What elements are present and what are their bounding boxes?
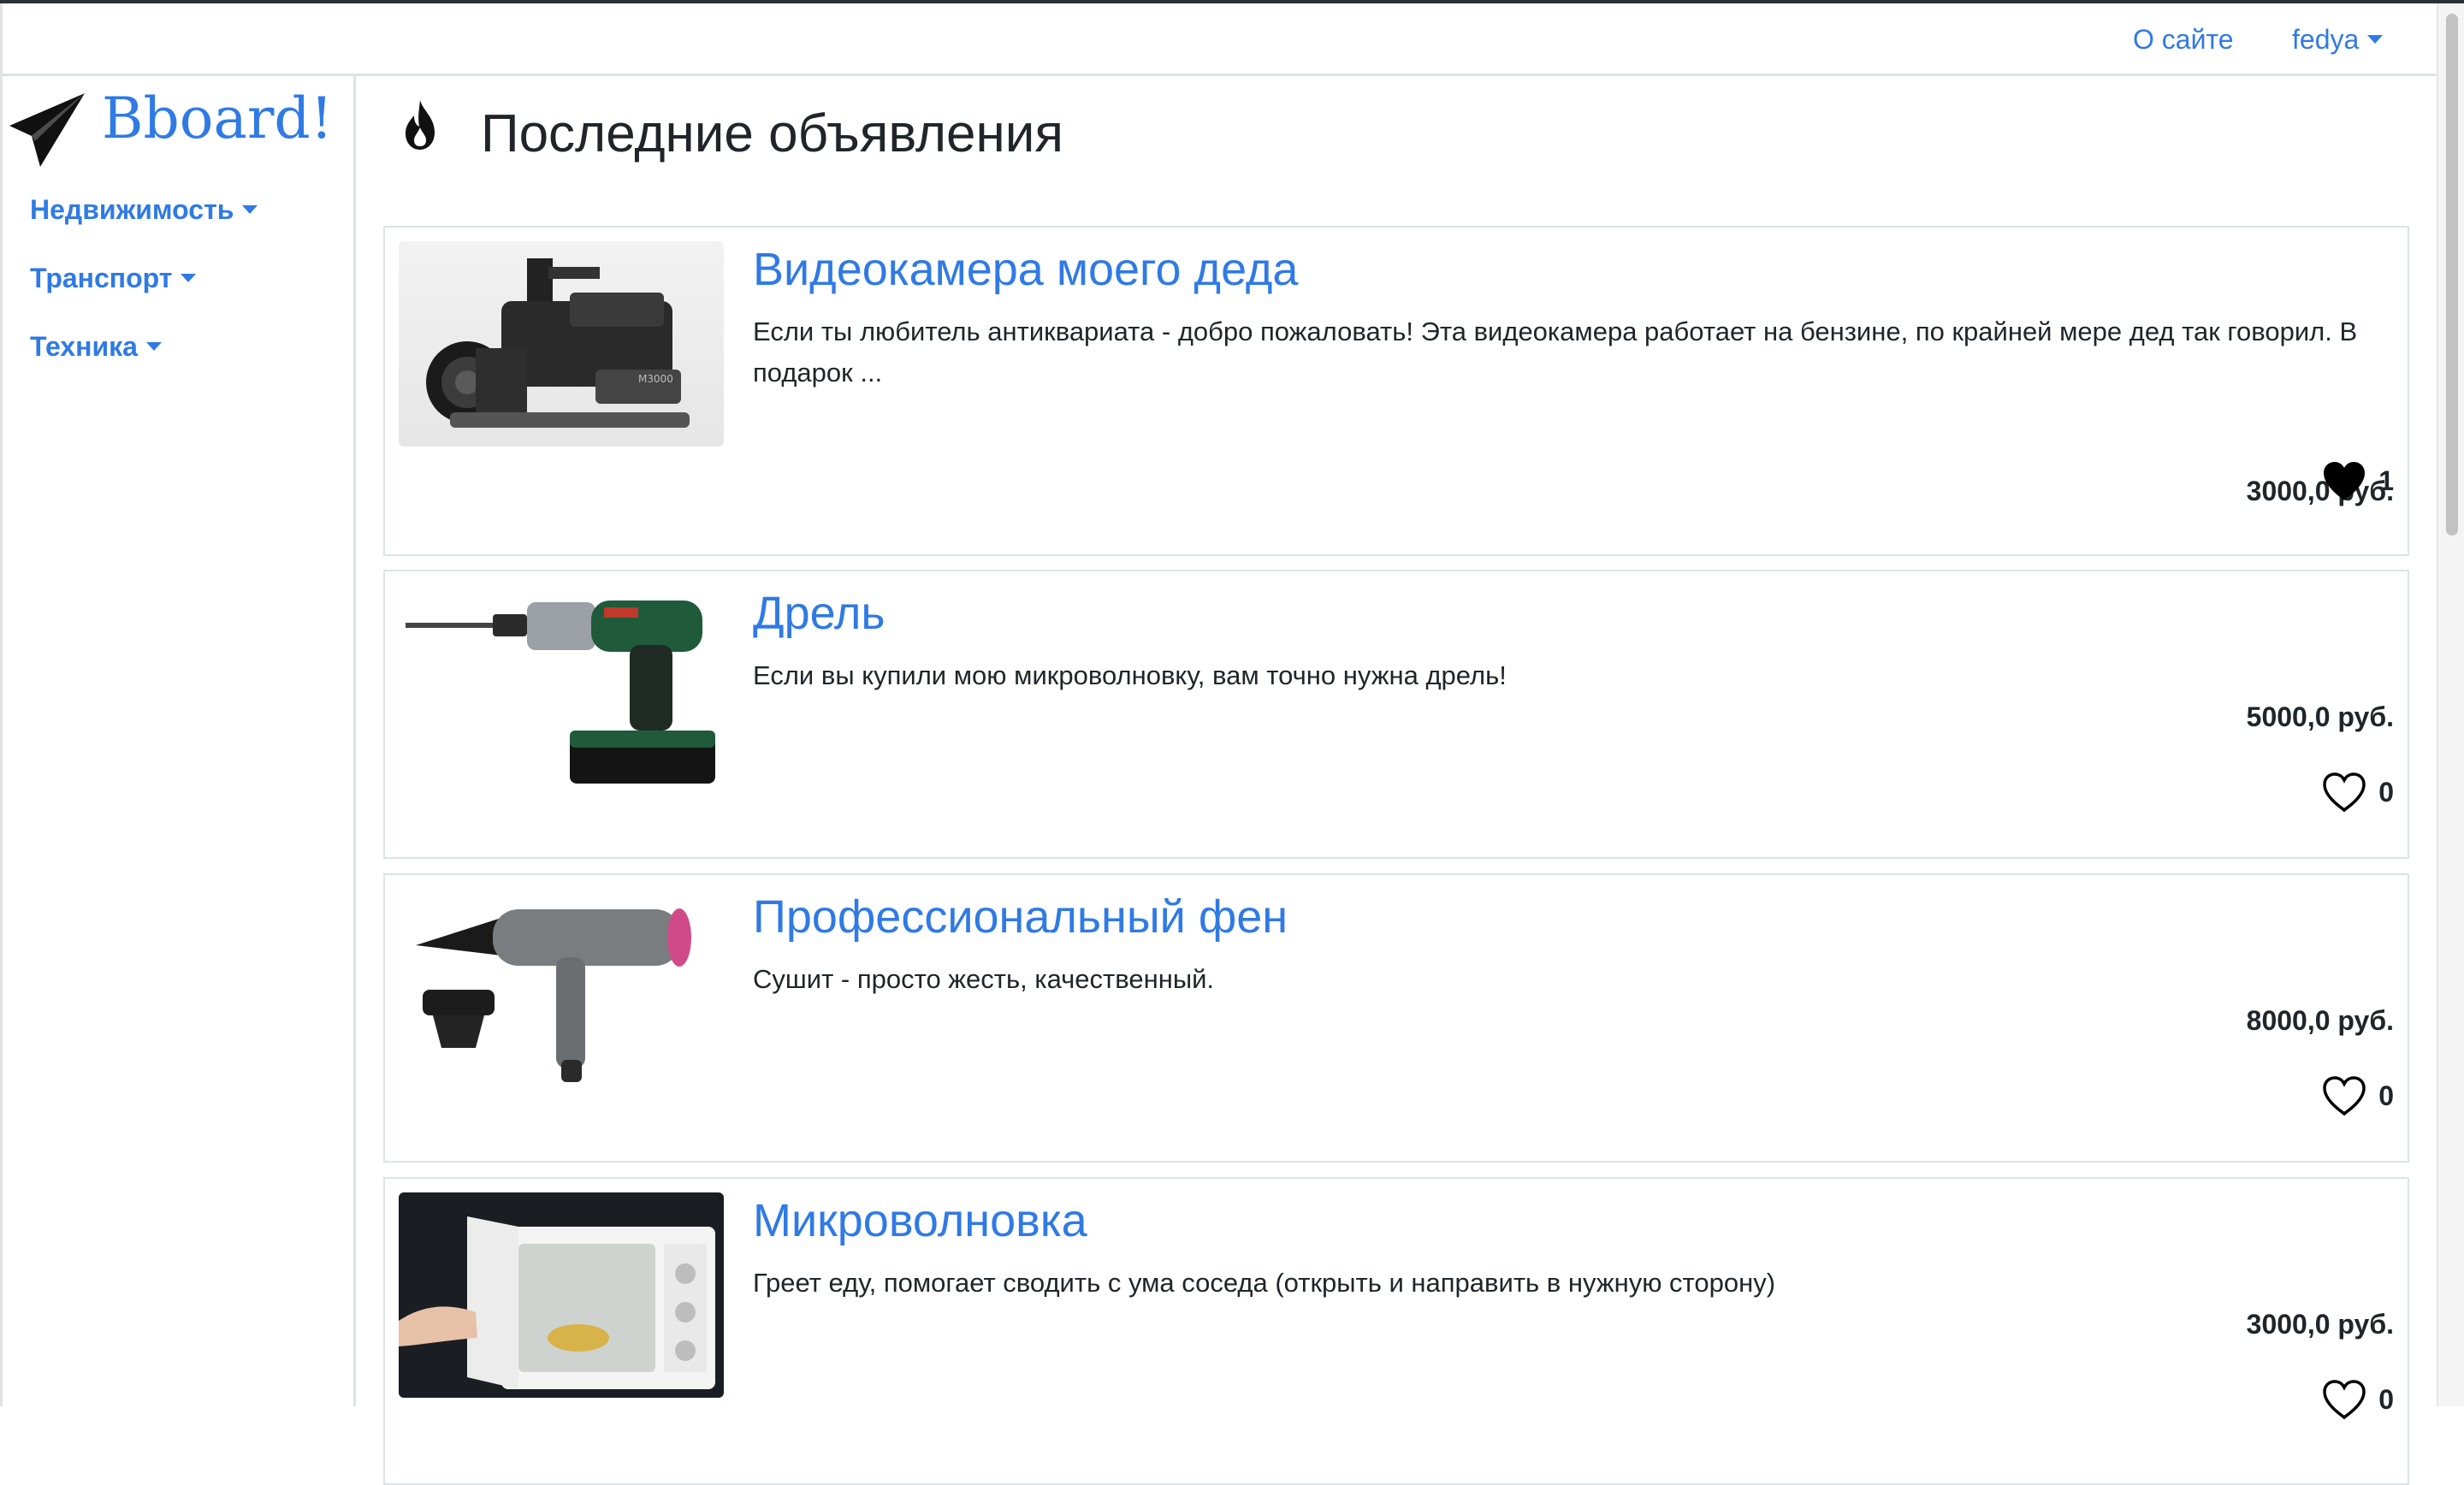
ad-image-hair-dryer[interactable] xyxy=(399,889,724,1094)
about-link[interactable]: О сайте xyxy=(2133,22,2234,56)
chevron-down-icon xyxy=(242,204,258,214)
like-button[interactable]: 0 xyxy=(2320,1072,2394,1120)
fire-icon xyxy=(406,100,435,150)
ad-price: 3000,0 руб. xyxy=(2246,1309,2394,1340)
logo-text: Bboard! xyxy=(102,86,334,151)
like-button[interactable]: 0 xyxy=(2320,1376,2394,1423)
page-title: Последние объявления xyxy=(481,104,1063,163)
category-label: Недвижимость xyxy=(30,194,234,225)
paper-plane-icon xyxy=(9,93,85,167)
sidebar: Bboard! Недвижимость Транспорт Техника xyxy=(3,76,356,1406)
like-count: 0 xyxy=(2378,1080,2394,1111)
ad-card: M3000 Видеокамера моего деда Если ты люб… xyxy=(383,226,2409,556)
like-count: 0 xyxy=(2378,777,2394,808)
like-button[interactable]: 0 xyxy=(2320,768,2394,816)
category-label: Транспорт xyxy=(30,263,173,293)
heart-outline-icon xyxy=(2323,772,2366,813)
vertical-scrollbar[interactable] xyxy=(2437,3,2464,1406)
ad-price: 8000,0 руб. xyxy=(2246,1005,2394,1036)
like-count: 0 xyxy=(2378,1384,2394,1415)
chevron-down-icon xyxy=(145,341,162,351)
ad-description: Греет еду, помогает сводить с ума соседа… xyxy=(753,1268,1776,1298)
user-menu-dropdown[interactable]: fedya xyxy=(2292,22,2384,56)
ad-description: Если вы купили мою микроволновку, вам то… xyxy=(753,660,1507,690)
heart-outline-icon xyxy=(2323,1076,2366,1116)
main-content: Последние объявления M3000 Видеокамера м… xyxy=(356,76,2437,1485)
chevron-down-icon xyxy=(2367,34,2384,44)
category-label: Техника xyxy=(30,331,138,362)
top-navbar: О сайте fedya xyxy=(3,3,2437,76)
heart-filled-icon xyxy=(2324,462,2366,500)
ad-image-camcorder[interactable]: M3000 xyxy=(399,241,724,447)
chevron-down-icon xyxy=(181,273,197,282)
ad-title-link[interactable]: Микроволновка xyxy=(753,1192,1087,1249)
ad-title-link[interactable]: Дрель xyxy=(753,585,886,642)
category-dropdown-electronics[interactable]: Техника xyxy=(30,329,162,364)
ad-card: Микроволновка Греет еду, помогает сводит… xyxy=(383,1177,2409,1485)
ad-image-drill[interactable] xyxy=(399,585,724,790)
ad-price: 5000,0 руб. xyxy=(2246,701,2394,732)
site-logo[interactable]: Bboard! xyxy=(4,81,346,167)
ad-description: Если ты любитель антиквариата - добро по… xyxy=(753,317,2358,388)
ad-title-link[interactable]: Профессиональный фен xyxy=(753,889,1288,945)
heart-outline-icon xyxy=(2323,1380,2366,1420)
ad-card: Профессиональный фен Сушит - просто жест… xyxy=(383,873,2409,1163)
ad-description: Сушит - просто жесть, качественный. xyxy=(753,964,1215,994)
like-button[interactable]: 1 xyxy=(2320,457,2394,505)
ad-title-link[interactable]: Видеокамера моего деда xyxy=(753,241,1298,298)
user-menu-label: fedya xyxy=(2292,24,2360,55)
like-count: 1 xyxy=(2378,465,2394,496)
ad-image-microwave[interactable] xyxy=(399,1192,724,1398)
category-dropdown-transport[interactable]: Транспорт xyxy=(30,261,197,295)
category-dropdown-real-estate[interactable]: Недвижимость xyxy=(30,192,258,227)
ad-card: Дрель Если вы купили мою микроволновку, … xyxy=(383,570,2409,859)
scrollbar-thumb[interactable] xyxy=(2446,14,2458,535)
svg-text:M3000: M3000 xyxy=(638,373,673,385)
